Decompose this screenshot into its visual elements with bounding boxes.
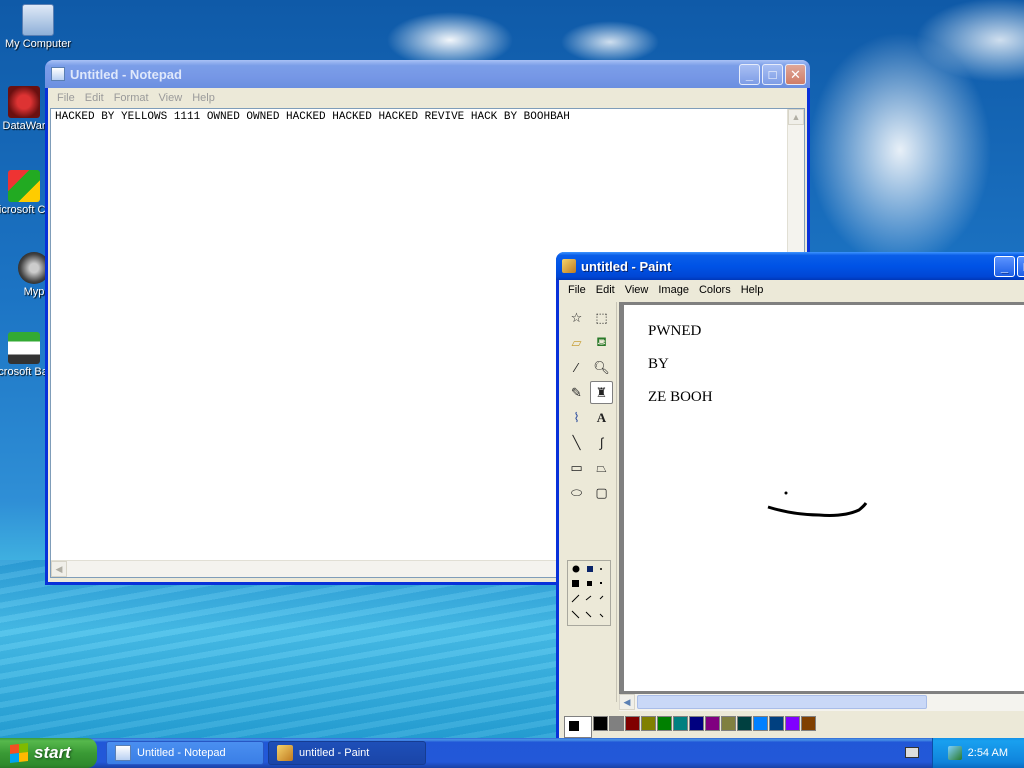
palette-swatch[interactable] [609,716,624,731]
system-tray: 2:54 AM [932,738,1024,768]
horizontal-scrollbar[interactable]: ◀ [619,694,1024,711]
taskbar-button-paint[interactable]: untitled - Paint [268,741,426,765]
paint-canvas-area: PWNED BY ZE BOOH [619,302,1024,694]
eraser-icon[interactable]: ▱ [565,331,588,354]
magnifier-icon[interactable]: 🔍︎ [590,356,613,379]
maximize-button[interactable]: □ [762,64,783,85]
notepad-icon [51,67,65,81]
menu-view[interactable]: View [620,284,654,296]
canvas-drawing [767,491,868,517]
text-tool-icon[interactable]: A [590,406,613,429]
start-button[interactable]: start [0,738,97,768]
palette-swatch[interactable] [801,716,816,731]
brush-icon[interactable]: ♜ [590,381,613,404]
foreground-color-swatch [568,720,580,732]
palette-swatch[interactable] [705,716,720,731]
menu-image[interactable]: Image [653,284,694,296]
free-form-select-icon[interactable]: ☆ [565,306,588,329]
datawar-icon [8,86,40,118]
notepad-content: HACKED BY YELLOWS 1111 OWNED OWNED HACKE… [55,111,570,123]
windows-logo-icon [10,743,28,763]
desktop-icon-label: My Computer [4,38,72,50]
palette-swatch[interactable] [593,716,608,731]
paint-canvas[interactable]: PWNED BY ZE BOOH [624,305,1024,691]
palette-swatch[interactable] [657,716,672,731]
paint-icon [562,259,576,273]
scroll-up-arrow-icon[interactable]: ▲ [788,109,804,125]
paint-icon [277,745,293,761]
scroll-left-arrow-icon[interactable]: ◀ [619,694,635,710]
menu-format[interactable]: Format [109,92,154,104]
minimize-icon: _ [1000,259,1009,274]
notepad-icon [115,745,131,761]
palette-swatch[interactable] [689,716,704,731]
close-button[interactable]: ✕ [785,64,806,85]
current-colors[interactable] [564,716,592,738]
paint-toolbox: ☆ ⬚ ▱ ⛾ ⁄ 🔍︎ ✎ ♜ ⌇ A ╲ ∫ ▭ ⏢ ⬭ ▢ [561,302,617,702]
fill-bucket-icon[interactable]: ⛾ [590,331,613,354]
scroll-thumb[interactable] [637,695,927,709]
palette-swatch[interactable] [641,716,656,731]
keyboard-icon[interactable] [905,747,919,758]
desktop-icon-my-computer[interactable]: My Computer [0,4,76,50]
canvas-brush-stroke [767,502,868,517]
palette-swatch[interactable] [721,716,736,731]
palette-swatch[interactable] [769,716,784,731]
paint-titlebar[interactable]: untitled - Paint _ □ [556,252,1024,280]
visual-cpp-icon [8,170,40,202]
start-label: start [34,743,71,762]
line-tool-icon[interactable]: ╲ [565,431,588,454]
rectangle-select-icon[interactable]: ⬚ [590,306,613,329]
ellipse-tool-icon[interactable]: ⬭ [565,481,588,504]
desktop-icon-label: Myp [23,286,45,298]
palette-swatch[interactable] [673,716,688,731]
palette-swatch[interactable] [625,716,640,731]
computer-icon [22,4,54,36]
pencil-icon[interactable]: ✎ [565,381,588,404]
menu-colors[interactable]: Colors [694,284,736,296]
menu-file[interactable]: File [52,92,80,104]
desktop-icon-label: DataWar [2,120,46,132]
airbrush-icon[interactable]: ⌇ [565,406,588,429]
canvas-dot [784,491,788,495]
palette-swatch[interactable] [737,716,752,731]
rounded-rectangle-tool-icon[interactable]: ▢ [590,481,613,504]
paint-menubar: File Edit View Image Colors Help [559,280,1024,300]
minimize-button[interactable]: _ [994,256,1015,277]
close-icon: ✕ [790,67,801,82]
notepad-titlebar[interactable]: Untitled - Notepad _ □ ✕ [45,60,810,88]
menu-edit[interactable]: Edit [591,284,620,296]
brush-options-panel[interactable] [567,560,611,626]
notepad-title: Untitled - Notepad [70,66,182,82]
polygon-tool-icon[interactable]: ⏢ [590,456,613,479]
palette-swatch[interactable] [785,716,800,731]
brush-shapes-icon [571,565,604,619]
minimize-icon: _ [745,67,754,82]
notepad-menubar: File Edit Format View Help [48,88,807,108]
clock[interactable]: 2:54 AM [968,747,1008,759]
network-icon[interactable] [947,746,962,760]
maximize-icon: □ [768,67,777,82]
minimize-button[interactable]: _ [739,64,760,85]
rectangle-tool-icon[interactable]: ▭ [565,456,588,479]
color-picker-icon[interactable]: ⁄ [565,356,588,379]
menu-edit[interactable]: Edit [80,92,109,104]
color-palette [561,714,1024,738]
curve-tool-icon[interactable]: ∫ [590,431,613,454]
taskbar-button-notepad[interactable]: Untitled - Notepad [106,741,264,765]
scroll-left-arrow-icon[interactable]: ◀ [51,561,67,577]
paint-window[interactable]: untitled - Paint _ □ File Edit View Imag… [556,252,1024,742]
palette-swatch[interactable] [753,716,768,731]
paint-title: untitled - Paint [581,258,672,274]
menu-help[interactable]: Help [736,284,769,296]
menu-help[interactable]: Help [187,92,220,104]
taskbar-button-label: Untitled - Notepad [137,747,226,759]
menu-view[interactable]: View [154,92,188,104]
visual-basic-icon [8,332,40,364]
menu-file[interactable]: File [563,284,591,296]
taskbar-button-label: untitled - Paint [299,747,370,759]
taskbar: start Untitled - Notepad untitled - Pain… [0,738,1024,768]
maximize-button[interactable]: □ [1017,256,1024,277]
